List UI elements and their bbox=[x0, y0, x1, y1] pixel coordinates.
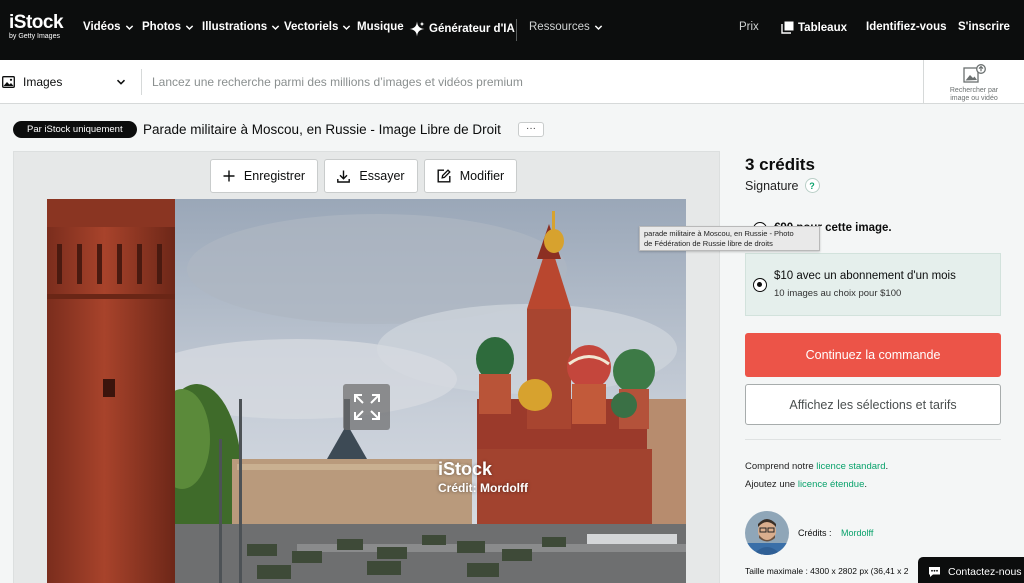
nav-vectors[interactable]: Vectoriels bbox=[284, 21, 351, 33]
option-subscription[interactable] bbox=[745, 253, 1001, 316]
max-size: Taille maximale : 4300 x 2802 px (36,41 … bbox=[745, 566, 909, 576]
nav-resources[interactable]: Ressources bbox=[529, 21, 603, 33]
visual-search-button[interactable]: Rechercher par image ou vidéo bbox=[923, 60, 1024, 104]
chevron-down-icon bbox=[343, 24, 351, 30]
avatar-image bbox=[745, 511, 789, 555]
nav-sign-in-label: Identifiez-vous bbox=[866, 21, 947, 33]
visual-search-icon bbox=[963, 64, 986, 83]
license-standard-prefix: Comprend notre bbox=[745, 461, 817, 472]
nav-videos-label: Vidéos bbox=[83, 21, 121, 33]
visual-search-label-1: Rechercher par bbox=[949, 87, 999, 94]
nav-boards[interactable]: Tableaux bbox=[781, 21, 847, 34]
license-extended-link[interactable]: licence étendue bbox=[798, 479, 865, 490]
nav-music[interactable]: Musique bbox=[357, 21, 404, 33]
license-standard-suffix: . bbox=[885, 461, 889, 472]
nav-photos[interactable]: Photos bbox=[142, 21, 194, 33]
nav-illustrations[interactable]: Illustrations bbox=[202, 21, 280, 33]
nav-videos[interactable]: Vidéos bbox=[83, 21, 134, 33]
chat-icon bbox=[929, 567, 940, 577]
tooltip-line-2: de Fédération de Russie libre de droits bbox=[644, 239, 773, 248]
edit-button[interactable]: Modifier bbox=[424, 159, 517, 193]
license-extended-line: Ajoutez une licence étendue. bbox=[745, 479, 867, 490]
nav-music-label: Musique bbox=[357, 21, 404, 33]
search-bar: Images Rechercher par image ou vidéo bbox=[0, 60, 1024, 104]
tooltip-line-1: parade militaire à Moscou, en Russie - P… bbox=[644, 229, 794, 238]
save-button-label: Enregistrer bbox=[243, 169, 306, 183]
save-button[interactable]: Enregistrer bbox=[210, 159, 318, 193]
logo-wordmark: iStock bbox=[9, 12, 64, 33]
boards-icon bbox=[781, 21, 794, 34]
chevron-down-icon bbox=[272, 24, 280, 30]
view-plans-button[interactable]: Affichez les sélections et tarifs bbox=[745, 384, 1001, 425]
logo-subtitle: by Getty Images bbox=[9, 33, 60, 40]
search-input[interactable] bbox=[152, 72, 832, 92]
license-standard-line: Comprend notre licence standard. bbox=[745, 461, 888, 472]
option-subscription-radio[interactable] bbox=[753, 278, 767, 292]
page-title: Parade militaire à Moscou, en Russie - I… bbox=[143, 122, 501, 137]
nav-ai-generator-label: Générateur d'IA bbox=[429, 23, 515, 35]
edit-button-label: Modifier bbox=[459, 169, 505, 183]
chevron-down-icon bbox=[594, 24, 602, 30]
istock-logo[interactable]: iStock by Getty Images bbox=[9, 13, 69, 45]
option-subscription-subtitle: 10 images au choix pour $100 bbox=[774, 288, 902, 299]
plus-icon bbox=[223, 170, 235, 182]
search-divider bbox=[141, 69, 142, 95]
nav-sign-in[interactable]: Identifiez-vous bbox=[866, 21, 947, 33]
nav-ai-generator[interactable]: Générateur d'IA bbox=[409, 21, 515, 37]
search-type-select[interactable]: Images bbox=[0, 60, 141, 104]
license-extended-suffix: . bbox=[864, 479, 868, 490]
collection-tier-label: Signature bbox=[745, 178, 799, 193]
nav-boards-label: Tableaux bbox=[798, 21, 847, 34]
nav-photos-label: Photos bbox=[142, 21, 181, 33]
watermark-logo: iStock bbox=[438, 459, 493, 479]
nav-pricing-label: Prix bbox=[739, 21, 759, 33]
contact-us-label: Contactez-nous bbox=[948, 566, 1022, 578]
search-type-label: Images bbox=[23, 75, 63, 89]
top-navigation: iStock by Getty Images Vidéos Photos Ill… bbox=[0, 0, 1024, 60]
continue-order-button[interactable]: Continuez la commande bbox=[745, 333, 1001, 377]
collection-tier: Signature ? bbox=[745, 178, 820, 193]
exclusive-badge: Par iStock uniquement bbox=[13, 121, 137, 138]
chevron-down-icon bbox=[125, 24, 133, 30]
visual-search-label-2: image ou vidéo bbox=[950, 95, 998, 102]
nav-resources-label: Ressources bbox=[529, 21, 590, 33]
sparkle-icon bbox=[409, 21, 425, 37]
edit-icon bbox=[437, 169, 451, 183]
try-button[interactable]: Essayer bbox=[324, 159, 418, 193]
license-standard-link[interactable]: licence standard bbox=[816, 461, 885, 472]
download-icon bbox=[337, 170, 351, 183]
nav-vectors-label: Vectoriels bbox=[284, 21, 339, 33]
chevron-down-icon bbox=[116, 79, 126, 85]
watermark-credit: Crédit: Mordolff bbox=[438, 481, 528, 495]
option-subscription-title: $10 avec un abonnement d'un mois bbox=[774, 270, 956, 282]
panel-divider bbox=[745, 439, 1001, 440]
image-tooltip: parade militaire à Moscou, en Russie - P… bbox=[639, 226, 820, 251]
contributor-label: Crédits : bbox=[798, 528, 832, 538]
nav-divider bbox=[516, 19, 517, 41]
license-extended-prefix: Ajoutez une bbox=[745, 479, 798, 490]
nav-register-label: S'inscrire bbox=[958, 21, 1010, 33]
contributor-link[interactable]: Mordolff bbox=[841, 528, 873, 538]
image-icon bbox=[2, 76, 15, 88]
price-credits: 3 crédits bbox=[745, 155, 815, 174]
chevron-down-icon bbox=[185, 24, 194, 30]
nav-pricing[interactable]: Prix bbox=[739, 21, 759, 33]
contact-us-button[interactable]: Contactez-nous bbox=[918, 557, 1024, 583]
try-button-label: Essayer bbox=[359, 169, 405, 183]
more-options-button[interactable]: ··· bbox=[518, 122, 544, 137]
nav-illustrations-label: Illustrations bbox=[202, 21, 268, 33]
fullscreen-button[interactable] bbox=[343, 384, 390, 430]
nav-register[interactable]: S'inscrire bbox=[958, 21, 1010, 33]
expand-icon bbox=[353, 394, 380, 420]
contributor-avatar[interactable] bbox=[745, 511, 789, 555]
help-icon[interactable]: ? bbox=[804, 178, 820, 193]
